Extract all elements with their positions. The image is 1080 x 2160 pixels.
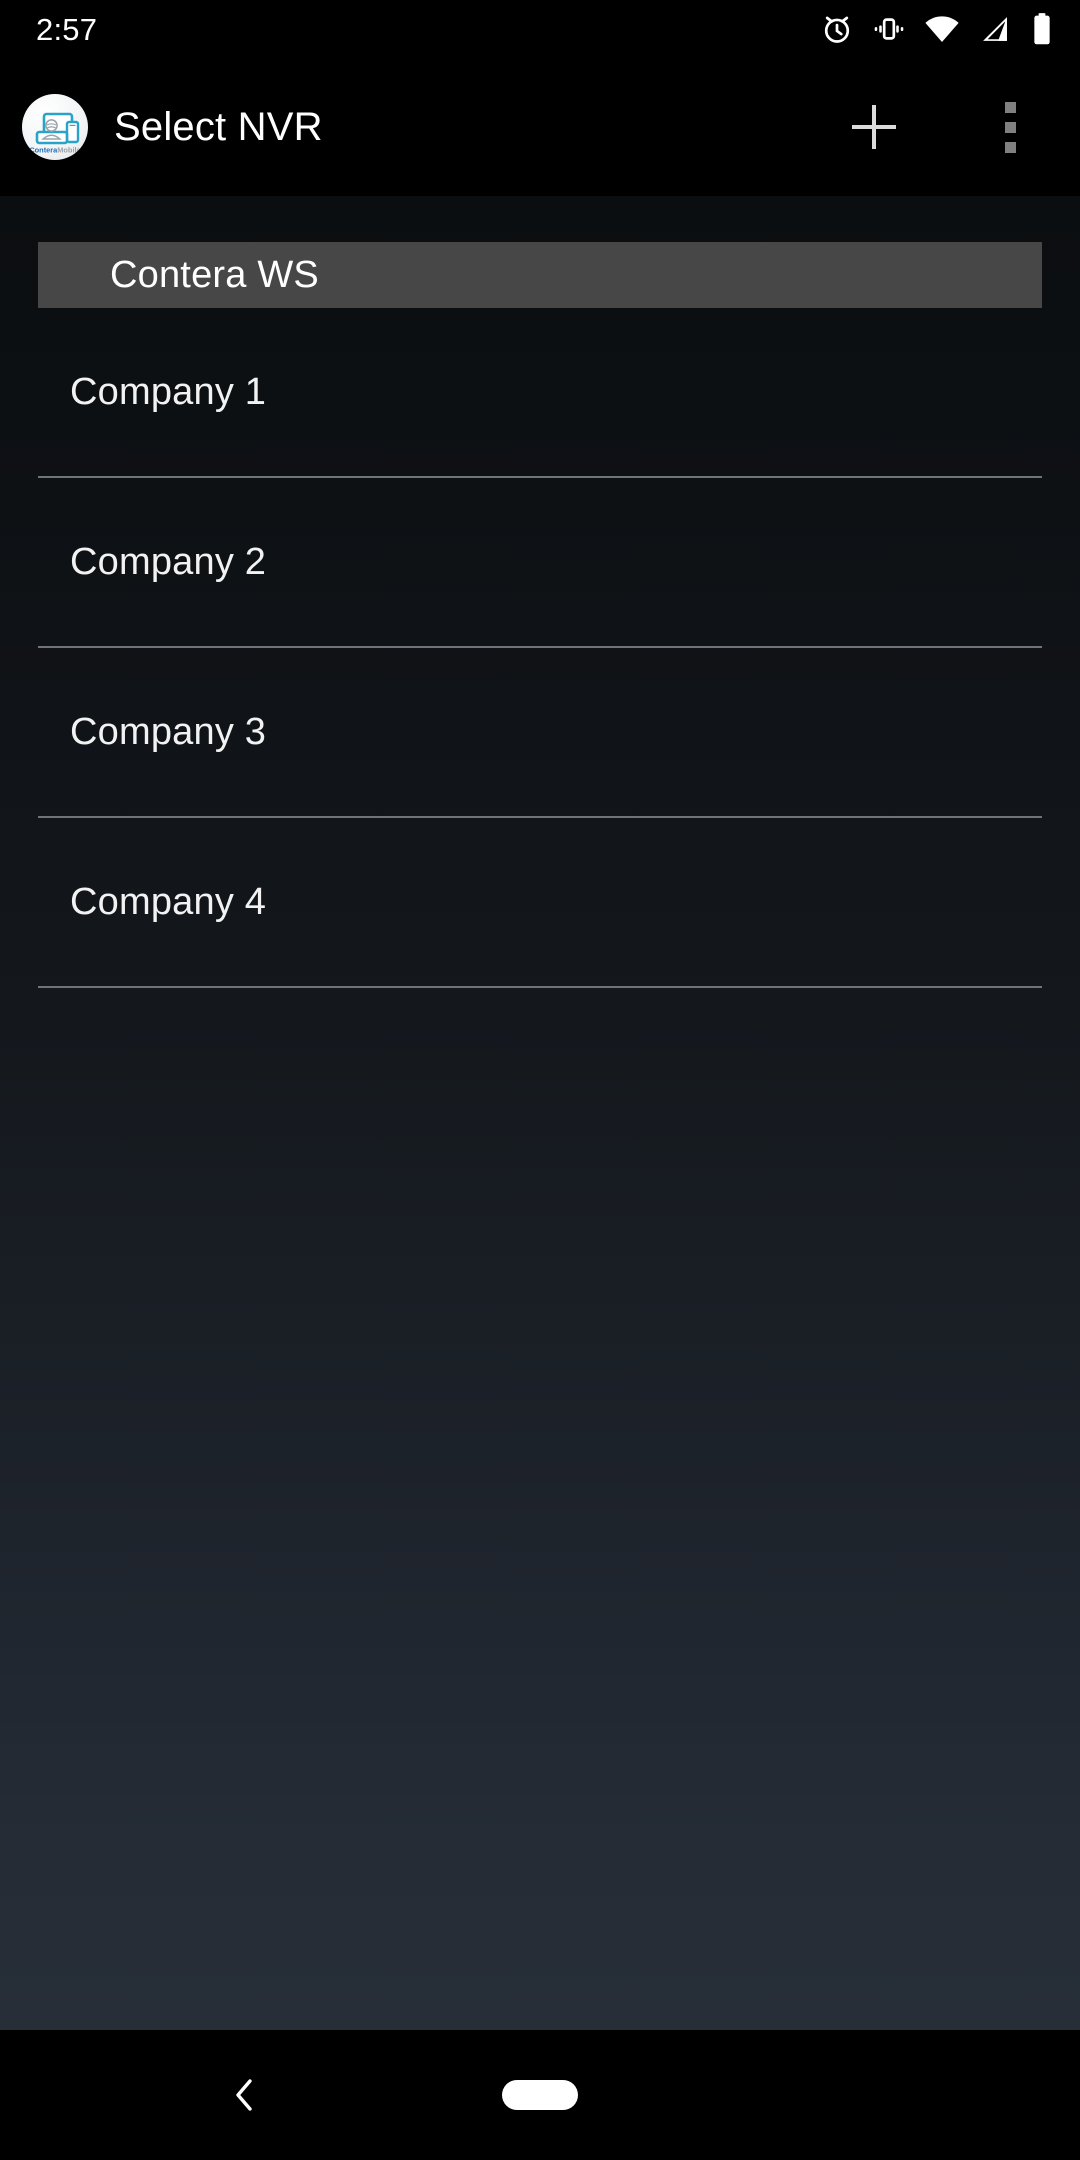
add-nvr-button[interactable] <box>826 79 922 175</box>
status-bar-icons <box>820 12 1054 46</box>
status-bar-clock: 2:57 <box>36 11 98 47</box>
list-item-label: Company 1 <box>70 371 267 413</box>
overflow-menu-button[interactable] <box>962 79 1058 175</box>
list-item-label: Company 2 <box>70 541 267 583</box>
app-bar: ConteraMobile Select NVR <box>0 58 1080 196</box>
chevron-left-icon <box>236 2079 252 2111</box>
company-list: Company 1 Company 2 Company 3 Company 4 <box>0 308 1080 988</box>
list-item-label: Company 4 <box>70 881 267 923</box>
overflow-dots-icon <box>1004 101 1016 153</box>
page-title: Select NVR <box>114 104 323 149</box>
section-header-label: Contera WS <box>110 254 319 296</box>
list-item[interactable]: Company 1 <box>0 308 1080 476</box>
app-logo-icon[interactable]: ConteraMobile <box>22 94 88 160</box>
section-header-contera-ws: Contera WS <box>38 242 1042 308</box>
nav-back-button[interactable] <box>200 2050 290 2140</box>
system-navigation-bar <box>0 2030 1080 2160</box>
alarm-icon <box>820 12 854 46</box>
nvr-list-content: Contera WS Company 1 Company 2 Company 3… <box>0 196 1080 2030</box>
list-item[interactable]: Company 4 <box>0 818 1080 986</box>
list-item-label: Company 3 <box>70 711 267 753</box>
cellular-signal-icon <box>978 12 1012 46</box>
battery-icon <box>1030 12 1054 46</box>
wifi-icon <box>924 12 960 46</box>
list-divider <box>38 986 1042 988</box>
phone-screen: 2:57 ConteraMobile Select NVR Contera WS… <box>0 0 1080 2160</box>
status-bar: 2:57 <box>0 0 1080 58</box>
nav-home-pill-button[interactable] <box>502 2080 578 2110</box>
svg-text:ConteraMobile: ConteraMobile <box>29 146 80 155</box>
list-item[interactable]: Company 3 <box>0 648 1080 816</box>
list-item[interactable]: Company 2 <box>0 478 1080 646</box>
vibrate-icon <box>872 12 906 46</box>
